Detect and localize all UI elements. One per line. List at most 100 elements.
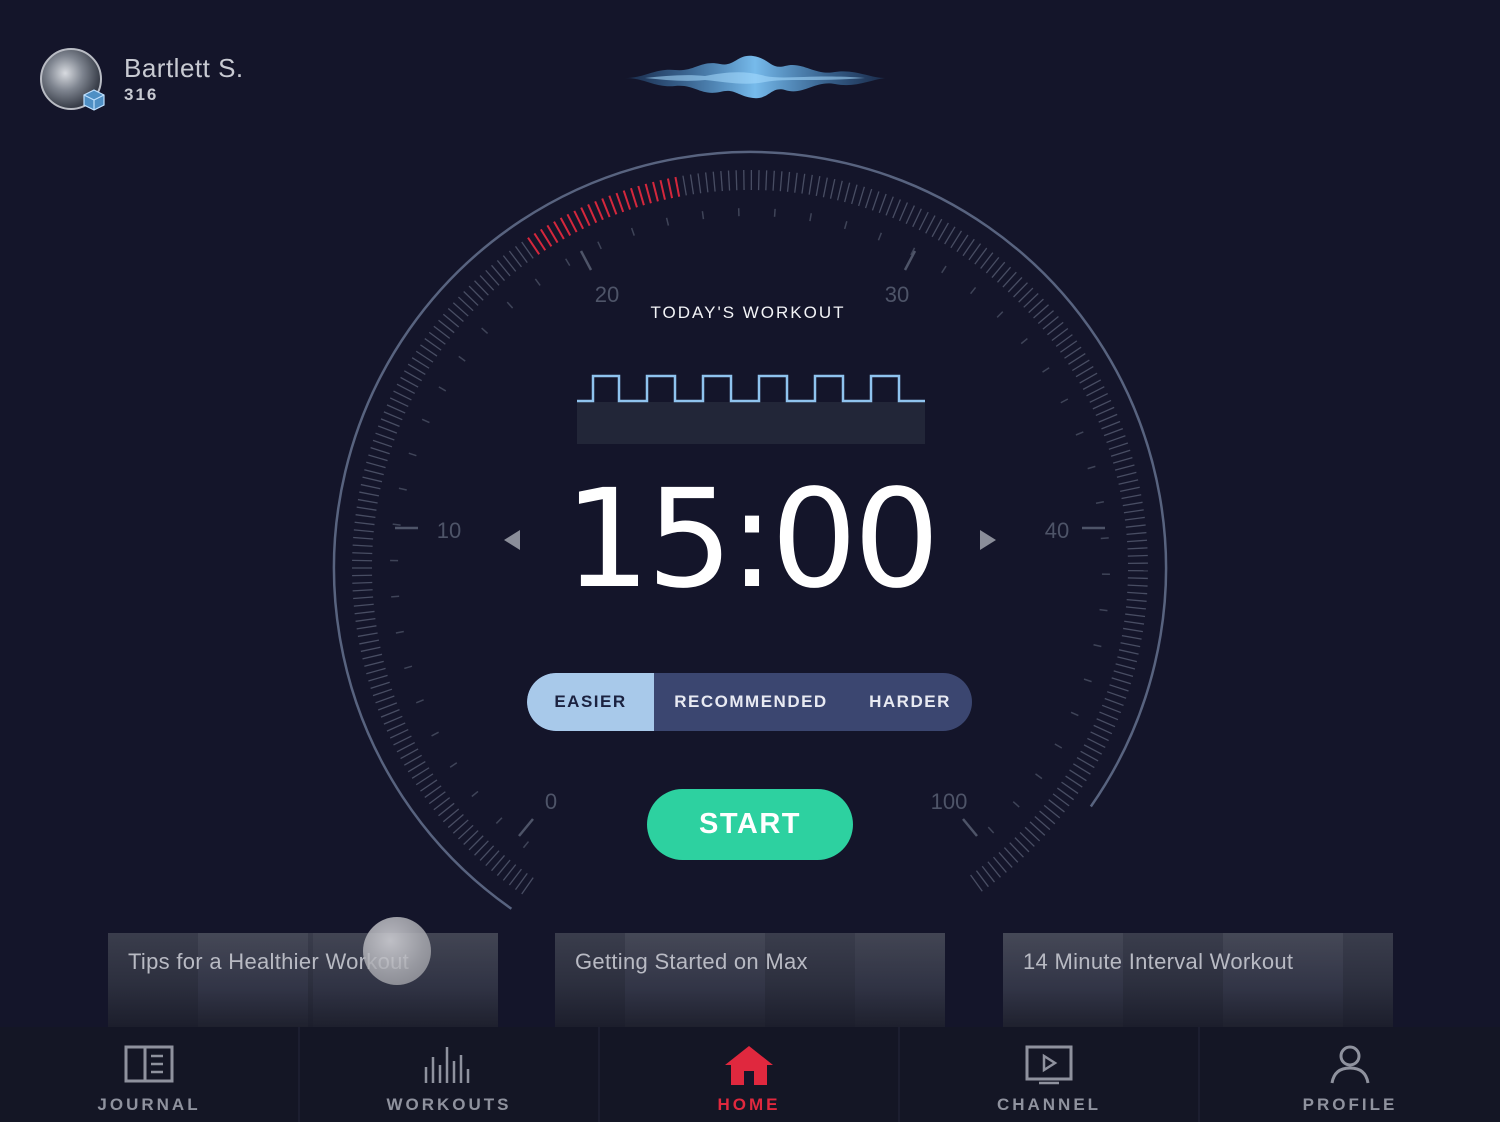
gauge-tick — [898, 202, 909, 222]
gauge-tick — [1076, 757, 1095, 769]
gauge-tick — [1098, 413, 1118, 423]
gauge-tick — [892, 199, 901, 219]
gauge-tick — [712, 171, 716, 192]
tab-label: HOME — [717, 1095, 781, 1114]
gauge-minor-tick — [415, 699, 424, 704]
profile-icon — [1330, 1045, 1370, 1084]
gauge-tick — [380, 418, 400, 428]
gauge-tick — [1117, 656, 1137, 663]
gauge-tick — [1075, 366, 1094, 378]
gauge-tick — [1101, 704, 1122, 714]
start-button[interactable]: START — [647, 789, 853, 860]
gauge-tick — [962, 238, 975, 257]
gauge-tick — [1061, 781, 1079, 794]
gauge-tick — [878, 193, 887, 214]
gauge-tick — [1121, 494, 1142, 500]
gauge-tick — [1118, 649, 1139, 655]
gauge-tick — [1101, 420, 1121, 430]
chevron-left-icon[interactable] — [504, 530, 520, 550]
gauge-tick — [411, 357, 430, 369]
gauge-tick — [912, 208, 922, 228]
gauge-tick — [829, 178, 836, 199]
gauge-tick — [540, 228, 553, 247]
gauge-tick — [420, 779, 438, 792]
gauge-minor-tick — [1042, 367, 1050, 373]
difficulty-recommended-button[interactable]: RECOMMENDED — [654, 673, 848, 731]
gauge-tick — [573, 210, 585, 230]
gauge-tick — [420, 344, 438, 357]
tab-workouts[interactable]: WORKOUTS — [300, 1027, 600, 1122]
gauge-tick — [1112, 457, 1133, 464]
gauge-tick — [527, 237, 541, 255]
gauge-tick — [377, 702, 398, 711]
gauge-tick — [1099, 711, 1119, 721]
tab-home[interactable]: HOME — [600, 1027, 900, 1122]
gauge-tick — [352, 552, 373, 555]
gauge-tick — [1052, 793, 1070, 807]
gauge-tick — [1127, 554, 1148, 557]
gauge-minor-tick — [1060, 398, 1069, 404]
video-card[interactable]: Tips for a Healthier Workout — [108, 933, 498, 1027]
gauge-tick — [375, 695, 395, 704]
gauge-minor-tick — [391, 595, 400, 598]
gauge-tick — [372, 688, 393, 697]
gauge-tick — [637, 185, 645, 206]
gauge-minor-tick — [1075, 431, 1084, 436]
gauge-minor-tick — [1087, 465, 1096, 470]
gauge-tick — [403, 370, 422, 382]
gauge-tick — [844, 182, 851, 203]
tab-profile[interactable]: PROFILE — [1200, 1027, 1500, 1122]
gauge-tick — [533, 232, 547, 251]
gauge-tick — [594, 200, 604, 221]
gauge-tick — [608, 195, 618, 215]
gauge-minor-tick — [438, 386, 447, 392]
video-card[interactable]: 14 Minute Interval Workout — [1003, 933, 1393, 1027]
gauge-tick — [1123, 627, 1143, 633]
gauge-minor-tick — [1100, 537, 1109, 540]
gauge-tick — [925, 215, 936, 234]
tab-journal[interactable]: JOURNAL — [0, 1027, 300, 1122]
gauge-tick — [1108, 442, 1129, 450]
chevron-right-icon[interactable] — [980, 530, 996, 550]
gauge-tick — [587, 204, 598, 224]
gauge-tick — [353, 536, 374, 540]
gauge-tick — [851, 184, 858, 205]
gauge-tick — [659, 179, 666, 200]
gauge-tick — [720, 171, 723, 192]
gauge-tick — [354, 610, 375, 615]
gauge-minor-tick — [1099, 608, 1108, 612]
difficulty-harder-button[interactable]: HARDER — [848, 673, 972, 731]
gauge-tick — [779, 171, 783, 192]
gauge-tick — [765, 170, 768, 191]
gauge-tick — [546, 224, 559, 244]
gauge-major-tick-100 — [962, 818, 978, 837]
home-icon — [725, 1046, 773, 1085]
tab-label: CHANNEL — [996, 1095, 1102, 1114]
gauge-tick — [353, 529, 374, 533]
gauge-tick — [357, 498, 378, 504]
gauge-tick — [356, 625, 377, 630]
gauge-tick — [389, 397, 409, 408]
gauge-tick — [931, 218, 943, 238]
difficulty-easier-button[interactable]: EASIER — [527, 673, 654, 731]
gauge-tick — [1069, 769, 1087, 782]
gauge-tick — [559, 217, 572, 236]
gauge-tick — [956, 234, 969, 253]
gauge-tick — [1123, 509, 1144, 514]
gauge-tick — [393, 390, 412, 401]
gauge-tick — [1080, 750, 1099, 762]
gauge-minor-tick — [431, 731, 439, 737]
gauge-tick — [970, 874, 983, 892]
gauge-tick — [1121, 634, 1142, 640]
gauge-tick — [652, 181, 659, 202]
gauge-tick — [428, 791, 446, 805]
video-card[interactable]: Getting Started on Max — [555, 933, 945, 1027]
gauge-tick — [580, 207, 591, 227]
gauge-tick — [871, 191, 880, 211]
gauge-tick — [1083, 744, 1103, 755]
tab-channel[interactable]: CHANNEL — [900, 1027, 1200, 1122]
gauge-tick — [801, 173, 806, 194]
tab-label: JOURNAL — [97, 1095, 201, 1114]
gauge-tick — [794, 172, 798, 193]
gauge-tick — [1116, 471, 1137, 478]
